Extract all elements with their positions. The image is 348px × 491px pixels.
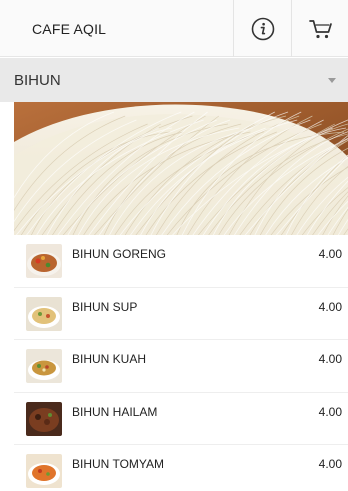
menu-item-name: BIHUN GORENG bbox=[72, 247, 167, 261]
food-thumbnail bbox=[26, 401, 62, 436]
menu-item-price: 4.00 bbox=[318, 299, 342, 314]
food-thumbnail bbox=[26, 244, 62, 278]
menu-item-name: BIHUN SUP bbox=[72, 299, 138, 314]
food-thumbnail bbox=[26, 296, 62, 331]
category-select[interactable]: BIHUN bbox=[0, 58, 348, 102]
food-thumbnail bbox=[26, 454, 62, 488]
shopping-cart-icon bbox=[308, 19, 332, 38]
food-thumbnail bbox=[26, 349, 62, 383]
caret-down-icon bbox=[328, 78, 336, 83]
info-circle-icon bbox=[251, 17, 274, 40]
category-banner-image bbox=[14, 102, 348, 235]
menu-item[interactable]: BIHUN TOMYAM 4.00 bbox=[14, 445, 348, 491]
top-bar: CAFE AQIL bbox=[0, 0, 348, 57]
category-selected-label: BIHUN bbox=[14, 72, 61, 89]
menu-item-price: 4.00 bbox=[318, 457, 342, 471]
menu-item-price: 4.00 bbox=[318, 247, 342, 261]
menu-item[interactable]: BIHUN KUAH 4.00 bbox=[14, 340, 348, 393]
menu-item-name: BIHUN TOMYAM bbox=[72, 457, 165, 471]
menu-item-price: 4.00 bbox=[318, 404, 342, 419]
menu-item[interactable]: BIHUN HAILAM 4.00 bbox=[14, 393, 348, 445]
info-button[interactable] bbox=[233, 0, 291, 57]
menu-item[interactable]: BIHUN GORENG 4.00 bbox=[14, 235, 348, 288]
menu-item-name: BIHUN HAILAM bbox=[72, 404, 158, 419]
menu-list: BIHUN GORENG 4.00 BIHUN SUP 4.00 BIHUN K… bbox=[14, 235, 348, 491]
menu-item-price: 4.00 bbox=[318, 352, 342, 366]
cart-button[interactable] bbox=[291, 0, 348, 57]
menu-item[interactable]: BIHUN SUP 4.00 bbox=[14, 288, 348, 340]
shop-name: CAFE AQIL bbox=[32, 21, 107, 37]
menu-item-name: BIHUN KUAH bbox=[72, 352, 147, 366]
